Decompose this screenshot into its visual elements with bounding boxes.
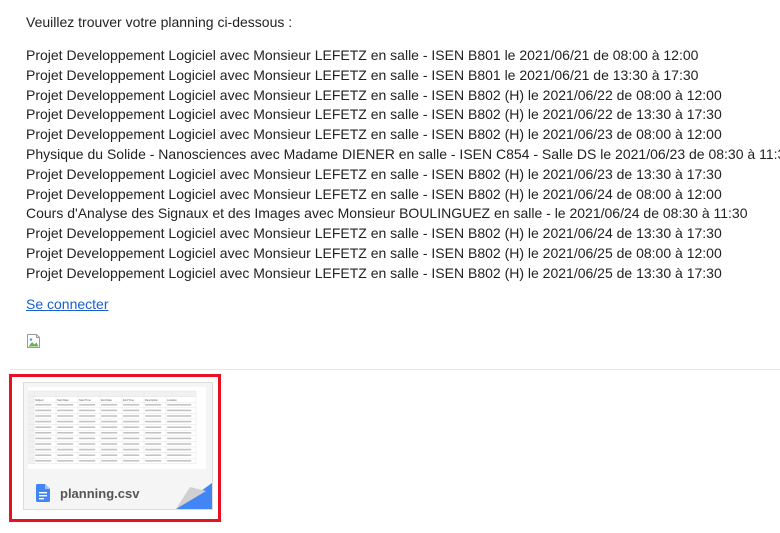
planning-line: Projet Developpement Logiciel avec Monsi… [26, 126, 722, 143]
preview-header-cell: End Date [101, 398, 112, 402]
document-icon [36, 484, 50, 502]
planning-list: Projet Developpement Logiciel avec Monsi… [26, 46, 780, 284]
planning-line: Projet Developpement Logiciel avec Monsi… [26, 185, 722, 202]
planning-line: Projet Developpement Logiciel avec Monsi… [26, 86, 722, 103]
preview-header-cell: Location [167, 398, 177, 402]
preview-header-cell: Subject [35, 398, 44, 402]
preview-header-cell: Start Date [57, 398, 69, 402]
attachment-file-name: planning.csv [60, 485, 140, 501]
attachment-card[interactable]: Subject Start Date Start Time End Date End T… [23, 382, 213, 510]
planning-line: Projet Developpement Logiciel avec Monsi… [26, 225, 722, 242]
planning-line: Projet Developpement Logiciel avec Monsi… [26, 264, 722, 281]
attachment-file-row: planning.csv [36, 483, 139, 503]
planning-line: Cours d'Analyse des Signaux et des Image… [26, 205, 748, 222]
spreadsheet-preview: Subject Start Date Start Time End Date End T… [28, 387, 206, 469]
planning-line: Projet Developpement Logiciel avec Monsi… [26, 47, 699, 63]
preview-header-cell: Start Time [79, 398, 91, 402]
page-fold-corner [176, 483, 212, 509]
planning-line: Projet Developpement Logiciel avec Monsi… [26, 106, 722, 123]
planning-line: Physique du Solide - Nanosciences avec M… [26, 145, 780, 162]
planning-line: Projet Developpement Logiciel avec Monsi… [26, 66, 699, 83]
broken-image-icon [27, 334, 40, 348]
planning-line: Projet Developpement Logiciel avec Monsi… [26, 165, 722, 182]
email-intro: Veuillez trouver votre planning ci-desso… [26, 14, 293, 30]
preview-header-cell: End Time [123, 398, 135, 402]
se-connecter-link[interactable]: Se connecter [26, 296, 109, 312]
planning-line: Projet Developpement Logiciel avec Monsi… [26, 244, 722, 261]
preview-header-cell: Description [145, 398, 159, 402]
divider [10, 369, 780, 370]
